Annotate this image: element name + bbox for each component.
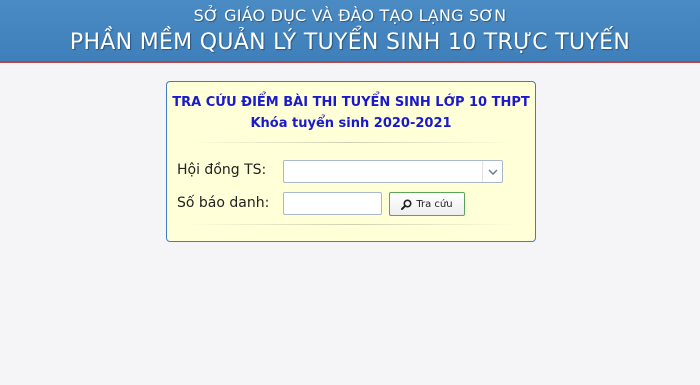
chevron-down-icon[interactable] — [482, 161, 502, 182]
search-icon — [401, 198, 412, 210]
divider-top — [187, 142, 515, 143]
app-title: PHẦN MỀM QUẢN LÝ TUYỂN SINH 10 TRỰC TUYẾ… — [69, 30, 631, 55]
panel-subtitle: Khóa tuyển sinh 2020-2021 — [250, 116, 452, 131]
divider-bottom — [187, 224, 515, 225]
council-label: Hội đồng TS: — [177, 162, 267, 178]
lookup-panel: TRA CỨU ĐIỂM BÀI THI TUYỂN SINH LỚP 10 T… — [166, 81, 536, 242]
page-header: SỞ GIÁO DỤC VÀ ĐÀO TẠO LẠNG SƠN PHẦN MỀM… — [0, 0, 700, 63]
council-select[interactable] — [283, 160, 503, 183]
sbd-input[interactable] — [283, 192, 382, 215]
search-button-label: Tra cứu — [416, 198, 453, 210]
search-button[interactable]: Tra cứu — [389, 192, 465, 216]
org-name: SỞ GIÁO DỤC VÀ ĐÀO TẠO LẠNG SƠN — [193, 6, 507, 25]
panel-title: TRA CỨU ĐIỂM BÀI THI TUYỂN SINH LỚP 10 T… — [172, 95, 530, 110]
sbd-label: Số báo danh: — [177, 195, 270, 211]
